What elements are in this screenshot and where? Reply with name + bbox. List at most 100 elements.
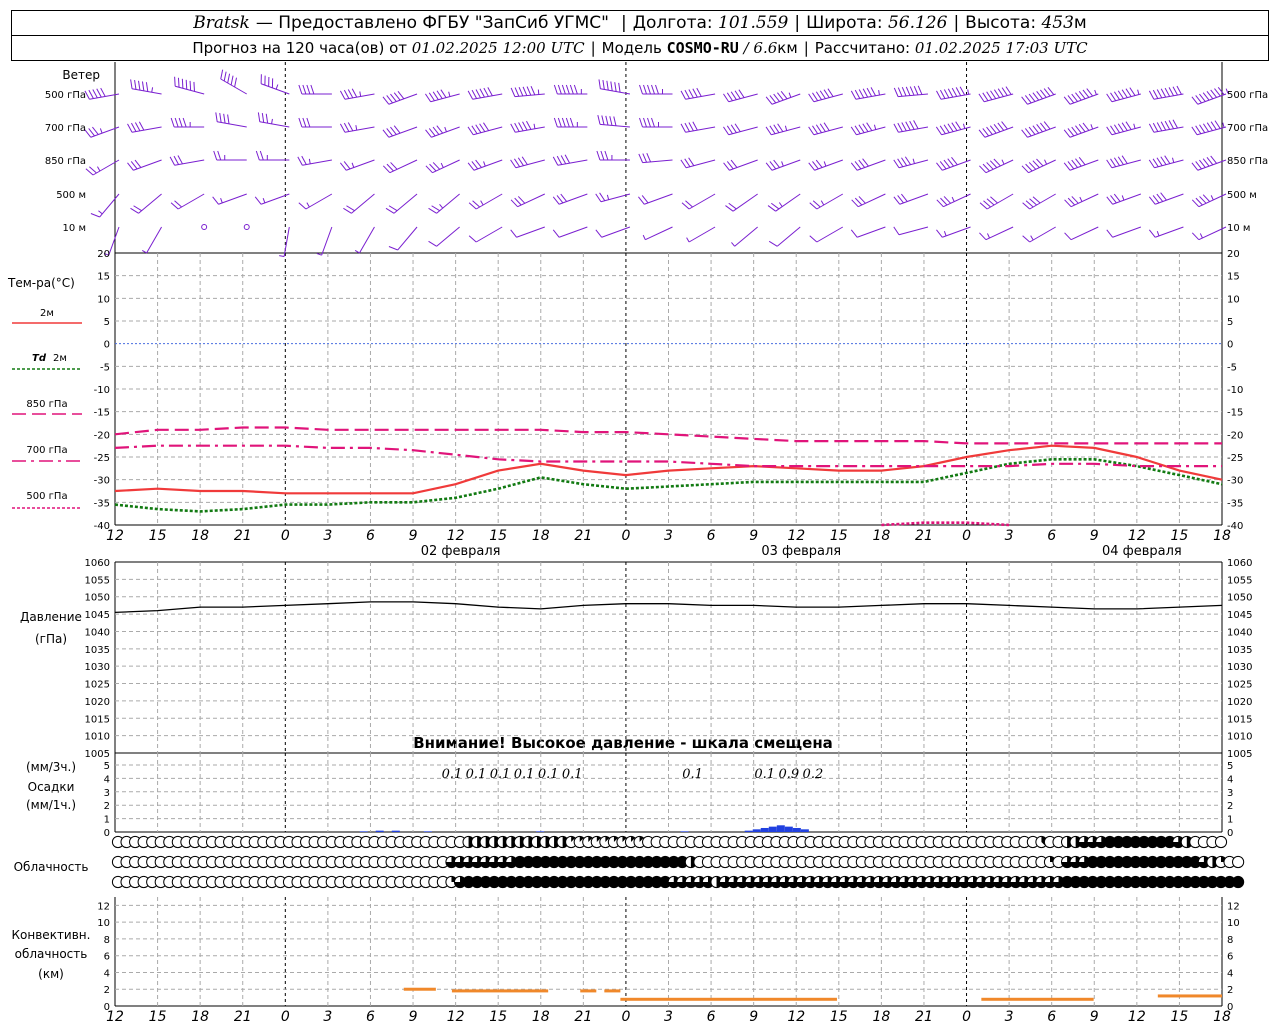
- wind-barb: [127, 159, 162, 171]
- conv-cloud-bar: [403, 987, 436, 991]
- wind-barb-staff: [131, 88, 162, 95]
- conv-ytick-left: 10: [97, 918, 110, 929]
- wind-barb-half-feather: [912, 158, 915, 164]
- wind-barb: [316, 226, 333, 256]
- wind-barb-staff: [138, 193, 162, 214]
- pressure-ytick-right: 1010: [1227, 732, 1252, 743]
- wind-barb-staff: [359, 226, 375, 254]
- wind-barb: [808, 88, 843, 103]
- wind-barb-feather: [947, 123, 954, 132]
- wind-title: Ветер: [62, 68, 100, 82]
- wind-barb-feather: [92, 126, 99, 135]
- wind-level-label-left: 500 м: [56, 190, 86, 201]
- wind-barb: [978, 86, 1014, 103]
- wind-barb: [809, 193, 844, 210]
- wind-barb-feather: [823, 122, 830, 131]
- wind-barb-feather: [1106, 126, 1113, 136]
- wind-barb: [1148, 155, 1184, 169]
- wind-barb-feather: [569, 84, 574, 95]
- pressure-ytick-left: 1045: [85, 610, 110, 621]
- wind-barb-staff: [688, 226, 716, 243]
- wind-barb-feather: [858, 124, 865, 133]
- conv-ytick-left: 12: [97, 901, 110, 912]
- conv-title-2: облачность: [15, 947, 88, 961]
- pressure-ytick-left: 1015: [85, 714, 110, 725]
- wind-barb: [552, 154, 588, 166]
- pressure-ytick-right: 1005: [1227, 749, 1252, 760]
- wind-barb-feather: [726, 161, 734, 170]
- wind-barb-half-feather: [1001, 159, 1005, 165]
- wind-barb: [680, 157, 716, 169]
- wind-barb-feather: [1217, 86, 1225, 95]
- wind-barb-feather: [1110, 158, 1117, 168]
- wind-barb-feather: [990, 90, 997, 99]
- wind-barb-feather: [514, 158, 521, 168]
- wind-barb: [1106, 226, 1142, 238]
- wind-barb-feather: [943, 89, 950, 99]
- x-tick-label-upper: 12: [787, 528, 805, 544]
- precip-ytick-right: 0: [1227, 828, 1233, 839]
- wind-barb-feather: [893, 196, 901, 205]
- wind-barb-feather: [467, 162, 475, 171]
- wind-barb-staff: [771, 159, 801, 171]
- wind-level-label-right: 850 гПа: [1227, 156, 1268, 167]
- wind-barb-feather: [602, 80, 605, 90]
- wind-level-label-right: 10 м: [1227, 223, 1250, 234]
- wind-barb-feather: [565, 117, 570, 128]
- conv-cloud-bar: [451, 989, 549, 993]
- wind-barb-staff: [1069, 159, 1099, 171]
- wind-barb: [808, 159, 843, 171]
- wind-barb-feather: [1106, 229, 1114, 238]
- conv-ytick-left: 0: [104, 1002, 110, 1013]
- wind-barb-feather: [897, 122, 903, 132]
- wind-barb-feather: [638, 153, 644, 163]
- wind-barb-feather: [385, 207, 395, 214]
- temp-ytick-left: -10: [94, 385, 110, 396]
- wind-barb: [850, 122, 886, 136]
- pressure-ytick-right: 1045: [1227, 610, 1252, 621]
- wind-barb-feather: [765, 96, 773, 105]
- wind-barb-feather: [815, 91, 822, 100]
- precip-ytick-right: 5: [1227, 761, 1233, 772]
- wind-barb-feather: [261, 113, 265, 123]
- wind-barb-feather: [955, 87, 962, 96]
- precip-ytick-left: 0: [104, 828, 110, 839]
- wind-barb-feather: [1106, 196, 1114, 205]
- wind-barb-feather: [1043, 88, 1051, 97]
- wind-barb-feather: [388, 246, 398, 251]
- wind-barb-feather: [1032, 92, 1040, 101]
- wind-barb: [552, 193, 588, 205]
- wind-barb-half-feather: [220, 198, 223, 204]
- conv-ytick-right: 4: [1227, 968, 1233, 979]
- wind-barb-feather: [467, 126, 474, 136]
- wind-barb-feather: [986, 91, 993, 100]
- wind-barb-half-feather: [606, 194, 610, 200]
- wind-barb: [723, 89, 758, 103]
- wind-barb-feather: [1028, 126, 1036, 135]
- wind-barb-half-feather: [444, 126, 447, 132]
- wind-barb-feather: [1214, 120, 1221, 129]
- wind-barb-half-feather: [788, 92, 792, 98]
- wind-barb-feather: [1125, 88, 1132, 97]
- wind-barb-feather: [227, 73, 231, 84]
- wind-barb-feather: [854, 89, 861, 99]
- wind-barb-feather: [639, 84, 643, 95]
- wind-barb-feather: [526, 86, 532, 96]
- wind-barb-feather: [1022, 235, 1031, 243]
- x-tick-label-upper: 3: [1005, 528, 1014, 544]
- temp-ytick-right: 20: [1227, 249, 1240, 260]
- wind-barb-feather: [471, 161, 479, 170]
- wind-barb-feather: [595, 193, 602, 203]
- wind-barb-feather: [1156, 122, 1163, 132]
- wind-barb-feather: [560, 155, 567, 165]
- wind-barb-feather: [1152, 195, 1160, 204]
- wind-barb-feather: [510, 159, 517, 169]
- conv-cloud-bar: [580, 989, 597, 993]
- wind-barb-feather: [1210, 121, 1217, 130]
- wind-barb-feather: [1148, 123, 1155, 133]
- wind-barb-feather: [130, 161, 138, 170]
- temp-ytick-right: -15: [1227, 408, 1243, 419]
- pressure-ytick-left: 1035: [85, 645, 110, 656]
- wind-barb-feather: [1202, 92, 1210, 101]
- wind-barb-feather: [655, 84, 659, 95]
